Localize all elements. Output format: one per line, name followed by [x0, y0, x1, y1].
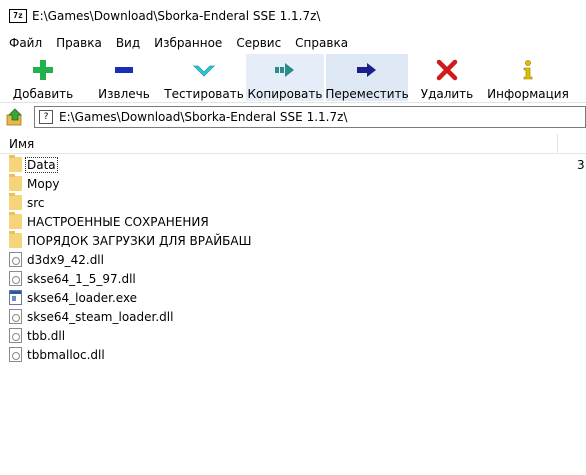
file-name: Mopy [27, 176, 60, 191]
file-name: НАСТРОЕННЫЕ СОХРАНЕНИЯ [27, 214, 209, 229]
list-item[interactable]: Mopy [0, 174, 586, 193]
menu-edit[interactable]: Правка [49, 36, 109, 50]
menu-view[interactable]: Вид [109, 36, 147, 50]
extract-label: Извлечь [98, 87, 150, 101]
list-header: Имя [0, 134, 586, 154]
delete-label: Удалить [420, 87, 474, 101]
toolbar: Добавить Извлечь Тестировать Копировать … [0, 54, 586, 101]
folder-icon [9, 193, 22, 210]
archive-icon: ? [39, 110, 53, 124]
extract-button[interactable]: Извлечь [88, 54, 160, 101]
dll-file-icon [9, 328, 22, 343]
list-item[interactable]: d3dx9_42.dll [0, 250, 586, 269]
exe-file-icon [9, 290, 22, 305]
file-name: tbbmalloc.dll [27, 347, 105, 362]
file-name: src [27, 195, 45, 210]
list-item[interactable]: Data 3 [0, 155, 586, 174]
app-7z-icon: 7z [9, 9, 27, 23]
list-item[interactable]: НАСТРОЕННЫЕ СОХРАНЕНИЯ [0, 212, 586, 231]
column-divider[interactable] [557, 134, 558, 154]
folder-icon [9, 231, 22, 248]
menu-help[interactable]: Справка [288, 36, 355, 50]
menu-bar: Файл Правка Вид Избранное Сервис Справка [0, 33, 355, 53]
delete-x-icon [436, 59, 458, 81]
info-icon [523, 60, 533, 80]
list-item[interactable]: src [0, 193, 586, 212]
dll-file-icon [9, 309, 22, 324]
window-title: E:\Games\Download\Sborka-Enderal SSE 1.1… [32, 9, 321, 23]
copy-arrow-icon [275, 63, 294, 77]
list-item[interactable]: skse64_loader.exe [0, 288, 586, 307]
file-name: ПОРЯДОК ЗАГРУЗКИ ДЛЯ ВРАЙБАШ [27, 233, 252, 248]
list-item[interactable]: tbbmalloc.dll [0, 345, 586, 364]
menu-file[interactable]: Файл [0, 36, 49, 50]
plus-icon [33, 60, 53, 80]
folder-icon [9, 155, 22, 172]
toolbar-divider [0, 102, 586, 103]
column-name-header[interactable]: Имя [0, 137, 34, 151]
title-bar: 7z E:\Games\Download\Sborka-Enderal SSE … [0, 0, 586, 32]
folder-up-icon[interactable] [6, 108, 24, 126]
dll-file-icon [9, 271, 22, 286]
address-bar: ? E:\Games\Download\Sborka-Enderal SSE 1… [0, 104, 586, 130]
minus-icon [115, 67, 133, 73]
dll-file-icon [9, 252, 22, 267]
info-label: Информация [487, 87, 569, 101]
check-icon [193, 65, 215, 77]
test-label: Тестировать [164, 87, 244, 101]
move-arrow-icon [357, 63, 376, 77]
menu-tools[interactable]: Сервис [229, 36, 288, 50]
folder-icon [9, 212, 22, 229]
list-item[interactable]: ПОРЯДОК ЗАГРУЗКИ ДЛЯ ВРАЙБАШ [0, 231, 586, 250]
move-button[interactable]: Переместить [325, 54, 409, 101]
copy-label: Копировать [247, 87, 323, 101]
file-name: skse64_steam_loader.dll [27, 309, 174, 324]
file-name: tbb.dll [27, 328, 66, 343]
file-name: skse64_loader.exe [27, 290, 138, 305]
address-path: E:\Games\Download\Sborka-Enderal SSE 1.1… [59, 110, 348, 124]
file-name: skse64_1_5_97.dll [27, 271, 136, 286]
address-field[interactable]: ? E:\Games\Download\Sborka-Enderal SSE 1… [34, 106, 586, 128]
list-item[interactable]: tbb.dll [0, 326, 586, 345]
info-button[interactable]: Информация [486, 54, 570, 101]
file-size: 3 [577, 157, 585, 172]
dll-file-icon [9, 347, 22, 362]
add-button[interactable]: Добавить [6, 54, 80, 101]
add-label: Добавить [12, 87, 74, 101]
copy-button[interactable]: Копировать [246, 54, 324, 101]
test-button[interactable]: Тестировать [164, 54, 244, 101]
list-item[interactable]: skse64_1_5_97.dll [0, 269, 586, 288]
list-item[interactable]: skse64_steam_loader.dll [0, 307, 586, 326]
menu-favorites[interactable]: Избранное [147, 36, 229, 50]
move-label: Переместить [325, 87, 409, 101]
file-name: Data [25, 156, 58, 173]
file-name: d3dx9_42.dll [27, 252, 104, 267]
file-list: Data 3 Mopy src НАСТРОЕННЫЕ СОХРАНЕНИЯ ПОРЯДО… [0, 155, 586, 364]
delete-button[interactable]: Удалить [414, 54, 480, 101]
folder-icon [9, 174, 22, 191]
